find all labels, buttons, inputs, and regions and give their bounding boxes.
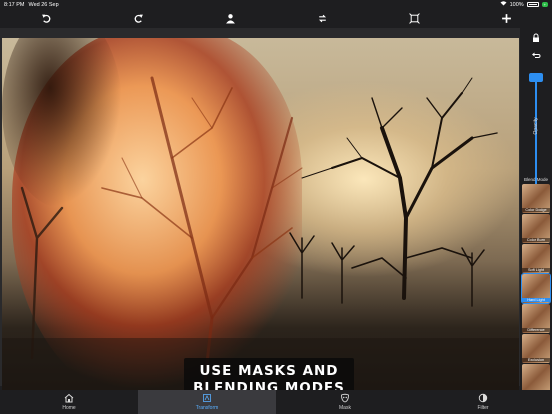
flip-icon (318, 14, 326, 22)
status-time: 8:17 PM (4, 1, 25, 8)
blend-mode-item[interactable]: Soft Light (522, 244, 550, 273)
undo-button[interactable] (37, 9, 55, 27)
status-bar: 8:17 PM Wed 26 Sep 100% + (0, 0, 552, 9)
blend-mode-item[interactable]: Exclusion (522, 334, 550, 363)
opacity-label: Opacity (533, 117, 539, 135)
blend-mode-title: Blend Mode (523, 177, 549, 182)
tab-mask[interactable]: Mask (276, 390, 414, 414)
status-date: Wed 26 Sep (28, 1, 59, 8)
blend-mode-label: Soft Light (522, 268, 550, 272)
editor-canvas[interactable]: USE MASKS AND BLENDING MODES (0, 28, 520, 410)
top-toolbar (0, 9, 552, 27)
tab-transform[interactable]: Transform (138, 390, 276, 414)
redo-button[interactable] (129, 9, 147, 27)
crop-button[interactable] (405, 9, 423, 27)
person-icon (225, 13, 235, 23)
blend-mode-item[interactable] (522, 364, 550, 393)
tab-home-label: Home (62, 405, 76, 411)
reset-layer-button[interactable] (530, 50, 542, 62)
wifi-icon (500, 1, 507, 8)
tree-silhouettes (2, 76, 519, 410)
blend-mode-label: Hard Light (522, 298, 550, 302)
battery-percent: 100% (509, 1, 524, 8)
blend-mode-item[interactable]: Hard Light (521, 273, 551, 304)
reset-icon (532, 52, 541, 58)
composite-photo[interactable]: USE MASKS AND BLENDING MODES (2, 38, 519, 410)
transform-icon (203, 394, 211, 402)
tab-transform-label: Transform (195, 405, 219, 411)
add-button[interactable] (497, 9, 515, 27)
blend-mode-item[interactable]: Color Burn (522, 214, 550, 243)
redo-icon (134, 14, 143, 23)
blend-mode-label: Difference (522, 328, 550, 332)
person-button[interactable] (221, 9, 239, 27)
flip-button[interactable] (313, 9, 331, 27)
undo-icon (41, 14, 50, 23)
filter-icon (478, 393, 488, 403)
blend-mode-label: Exclusion (522, 358, 550, 362)
tab-filter[interactable]: Filter (414, 390, 552, 414)
home-icon (64, 393, 74, 403)
lock-icon (533, 33, 539, 42)
tab-home[interactable]: Home (0, 390, 138, 414)
caption-line-1: USE MASKS AND (199, 363, 339, 379)
lock-layer-button[interactable] (530, 32, 542, 44)
battery-icon (526, 2, 539, 7)
charge-tag: + (541, 2, 548, 7)
crop-icon (408, 12, 420, 24)
mask-icon (341, 393, 349, 403)
bottom-tab-bar: Home Transform Mask Filter (0, 390, 552, 414)
tab-mask-label: Mask (339, 405, 351, 411)
blend-mode-item[interactable]: Difference (522, 304, 550, 333)
opacity-slider-thumb[interactable] (529, 73, 543, 82)
blend-mode-label: Color Dodge (522, 208, 550, 212)
blend-mode-item[interactable]: Color Dodge (522, 184, 550, 213)
plus-icon (501, 13, 511, 23)
tab-filter-label: Filter (477, 405, 489, 411)
layer-side-panel: Opacity Blend Mode Color Dodge Color Burn… (520, 28, 552, 393)
blend-mode-label: Color Burn (522, 238, 550, 242)
